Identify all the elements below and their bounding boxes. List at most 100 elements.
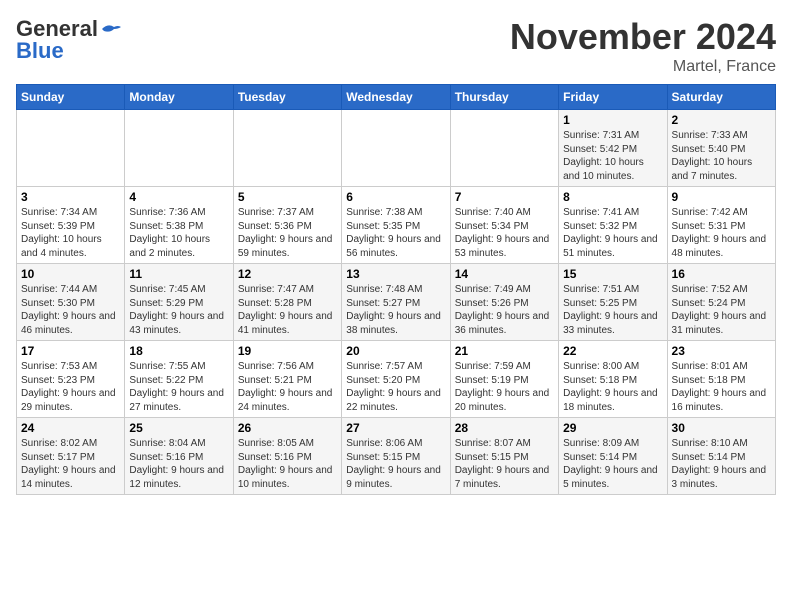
calendar-cell: 3Sunrise: 7:34 AM Sunset: 5:39 PM Daylig… <box>17 187 125 264</box>
day-number: 21 <box>455 344 554 358</box>
day-info: Sunrise: 8:00 AM Sunset: 5:18 PM Dayligh… <box>563 360 662 414</box>
day-number: 6 <box>346 190 445 204</box>
day-info: Sunrise: 7:44 AM Sunset: 5:30 PM Dayligh… <box>21 283 120 337</box>
calendar-table: SundayMondayTuesdayWednesdayThursdayFrid… <box>16 84 776 495</box>
day-info: Sunrise: 7:57 AM Sunset: 5:20 PM Dayligh… <box>346 360 445 414</box>
day-number: 25 <box>129 421 228 435</box>
calendar-cell: 21 Sunrise: 7:59 AM Sunset: 5:19 PM Dayli… <box>450 341 558 418</box>
calendar-week-row: 17 Sunrise: 7:53 AM Sunset: 5:23 PM Dayli… <box>17 341 776 418</box>
calendar-cell: 11 Sunrise: 7:45 AM Sunset: 5:29 PM Dayli… <box>125 264 233 341</box>
day-info: Sunrise: 7:47 AM Sunset: 5:28 PM Dayligh… <box>238 283 337 337</box>
day-number: 16 <box>672 267 771 281</box>
calendar-cell <box>233 110 341 187</box>
day-header-thursday: Thursday <box>450 85 558 110</box>
day-info: Sunrise: 7:38 AM Sunset: 5:35 PM Dayligh… <box>346 206 445 260</box>
day-number: 29 <box>563 421 662 435</box>
calendar-header-row: SundayMondayTuesdayWednesdayThursdayFrid… <box>17 85 776 110</box>
day-header-friday: Friday <box>559 85 667 110</box>
calendar-cell: 4 Sunrise: 7:36 AM Sunset: 5:38 PM Daylig… <box>125 187 233 264</box>
day-info: Sunrise: 8:09 AM Sunset: 5:14 PM Dayligh… <box>563 437 662 491</box>
calendar-cell: 27 Sunrise: 8:06 AM Sunset: 5:15 PM Dayli… <box>342 418 450 495</box>
day-info: Sunrise: 7:53 AM Sunset: 5:23 PM Dayligh… <box>21 360 120 414</box>
calendar-cell: 30Sunrise: 8:10 AM Sunset: 5:14 PM Dayli… <box>667 418 775 495</box>
day-number: 8 <box>563 190 662 204</box>
day-header-wednesday: Wednesday <box>342 85 450 110</box>
day-info: Sunrise: 8:05 AM Sunset: 5:16 PM Dayligh… <box>238 437 337 491</box>
day-info: Sunrise: 7:59 AM Sunset: 5:19 PM Dayligh… <box>455 360 554 414</box>
page-title: November 2024 <box>510 16 776 58</box>
day-number: 9 <box>672 190 771 204</box>
day-number: 14 <box>455 267 554 281</box>
day-info: Sunrise: 7:49 AM Sunset: 5:26 PM Dayligh… <box>455 283 554 337</box>
calendar-cell <box>17 110 125 187</box>
logo-blue: Blue <box>16 38 64 64</box>
day-info: Sunrise: 7:40 AM Sunset: 5:34 PM Dayligh… <box>455 206 554 260</box>
day-number: 19 <box>238 344 337 358</box>
calendar-cell: 7 Sunrise: 7:40 AM Sunset: 5:34 PM Daylig… <box>450 187 558 264</box>
day-number: 24 <box>21 421 120 435</box>
calendar-cell: 16 Sunrise: 7:52 AM Sunset: 5:24 PM Dayli… <box>667 264 775 341</box>
day-number: 27 <box>346 421 445 435</box>
page-subtitle: Martel, France <box>510 58 776 76</box>
day-number: 13 <box>346 267 445 281</box>
calendar-cell <box>450 110 558 187</box>
day-number: 1 <box>563 113 662 127</box>
day-info: Sunrise: 7:37 AM Sunset: 5:36 PM Dayligh… <box>238 206 337 260</box>
day-number: 18 <box>129 344 228 358</box>
calendar-cell: 25Sunrise: 8:04 AM Sunset: 5:16 PM Dayli… <box>125 418 233 495</box>
day-info: Sunrise: 8:06 AM Sunset: 5:15 PM Dayligh… <box>346 437 445 491</box>
title-block: November 2024 Martel, France <box>510 16 776 76</box>
calendar-cell: 23 Sunrise: 8:01 AM Sunset: 5:18 PM Dayli… <box>667 341 775 418</box>
day-info: Sunrise: 7:33 AM Sunset: 5:40 PM Dayligh… <box>672 129 771 183</box>
day-number: 5 <box>238 190 337 204</box>
day-number: 15 <box>563 267 662 281</box>
logo: General Blue <box>16 16 122 64</box>
calendar-cell: 28Sunrise: 8:07 AM Sunset: 5:15 PM Dayli… <box>450 418 558 495</box>
day-header-tuesday: Tuesday <box>233 85 341 110</box>
day-info: Sunrise: 7:56 AM Sunset: 5:21 PM Dayligh… <box>238 360 337 414</box>
day-info: Sunrise: 7:51 AM Sunset: 5:25 PM Dayligh… <box>563 283 662 337</box>
calendar-week-row: 1Sunrise: 7:31 AM Sunset: 5:42 PM Daylig… <box>17 110 776 187</box>
day-info: Sunrise: 7:34 AM Sunset: 5:39 PM Dayligh… <box>21 206 120 260</box>
day-number: 22 <box>563 344 662 358</box>
day-info: Sunrise: 7:42 AM Sunset: 5:31 PM Dayligh… <box>672 206 771 260</box>
calendar-cell: 6 Sunrise: 7:38 AM Sunset: 5:35 PM Daylig… <box>342 187 450 264</box>
day-number: 26 <box>238 421 337 435</box>
day-info: Sunrise: 7:48 AM Sunset: 5:27 PM Dayligh… <box>346 283 445 337</box>
calendar-cell: 12Sunrise: 7:47 AM Sunset: 5:28 PM Dayli… <box>233 264 341 341</box>
day-number: 23 <box>672 344 771 358</box>
day-info: Sunrise: 7:36 AM Sunset: 5:38 PM Dayligh… <box>129 206 228 260</box>
calendar-cell: 14 Sunrise: 7:49 AM Sunset: 5:26 PM Dayli… <box>450 264 558 341</box>
day-info: Sunrise: 7:55 AM Sunset: 5:22 PM Dayligh… <box>129 360 228 414</box>
calendar-cell: 5 Sunrise: 7:37 AM Sunset: 5:36 PM Daylig… <box>233 187 341 264</box>
day-number: 4 <box>129 190 228 204</box>
logo-bird-icon <box>100 21 122 37</box>
calendar-cell: 2 Sunrise: 7:33 AM Sunset: 5:40 PM Daylig… <box>667 110 775 187</box>
day-number: 20 <box>346 344 445 358</box>
day-info: Sunrise: 8:07 AM Sunset: 5:15 PM Dayligh… <box>455 437 554 491</box>
calendar-cell: 18 Sunrise: 7:55 AM Sunset: 5:22 PM Dayli… <box>125 341 233 418</box>
calendar-cell: 22 Sunrise: 8:00 AM Sunset: 5:18 PM Dayli… <box>559 341 667 418</box>
day-number: 7 <box>455 190 554 204</box>
calendar-week-row: 10Sunrise: 7:44 AM Sunset: 5:30 PM Dayli… <box>17 264 776 341</box>
calendar-week-row: 24 Sunrise: 8:02 AM Sunset: 5:17 PM Dayli… <box>17 418 776 495</box>
day-info: Sunrise: 8:02 AM Sunset: 5:17 PM Dayligh… <box>21 437 120 491</box>
calendar-week-row: 3Sunrise: 7:34 AM Sunset: 5:39 PM Daylig… <box>17 187 776 264</box>
day-info: Sunrise: 7:45 AM Sunset: 5:29 PM Dayligh… <box>129 283 228 337</box>
day-number: 17 <box>21 344 120 358</box>
day-header-sunday: Sunday <box>17 85 125 110</box>
day-info: Sunrise: 7:52 AM Sunset: 5:24 PM Dayligh… <box>672 283 771 337</box>
calendar-cell: 20 Sunrise: 7:57 AM Sunset: 5:20 PM Dayli… <box>342 341 450 418</box>
calendar-cell: 10Sunrise: 7:44 AM Sunset: 5:30 PM Dayli… <box>17 264 125 341</box>
calendar-cell: 8 Sunrise: 7:41 AM Sunset: 5:32 PM Daylig… <box>559 187 667 264</box>
calendar-cell: 15 Sunrise: 7:51 AM Sunset: 5:25 PM Dayli… <box>559 264 667 341</box>
page-header: General Blue November 2024 Martel, Franc… <box>16 16 776 76</box>
calendar-cell: 26 Sunrise: 8:05 AM Sunset: 5:16 PM Dayli… <box>233 418 341 495</box>
day-info: Sunrise: 8:01 AM Sunset: 5:18 PM Dayligh… <box>672 360 771 414</box>
day-number: 11 <box>129 267 228 281</box>
day-info: Sunrise: 7:41 AM Sunset: 5:32 PM Dayligh… <box>563 206 662 260</box>
day-number: 30 <box>672 421 771 435</box>
day-number: 2 <box>672 113 771 127</box>
calendar-cell <box>125 110 233 187</box>
day-header-monday: Monday <box>125 85 233 110</box>
